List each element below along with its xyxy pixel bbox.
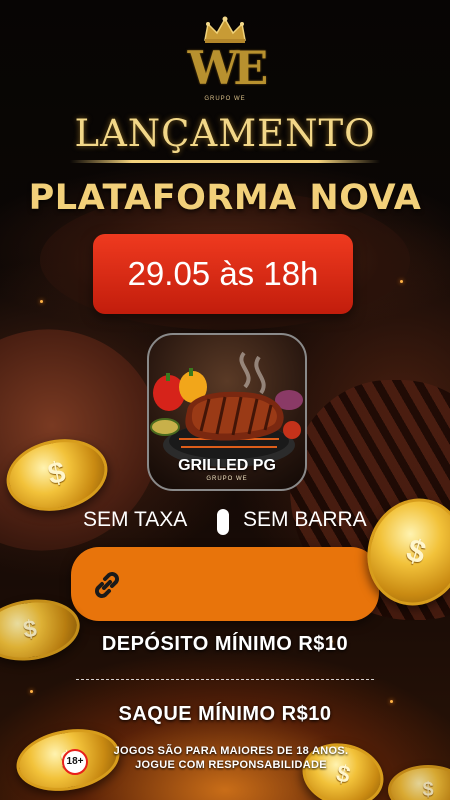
- logo-mark: WE: [187, 41, 269, 95]
- dashed-divider: [76, 679, 374, 680]
- brand-logo: WE GRUPO WE: [180, 16, 270, 106]
- app-name: GRILLED PG: [178, 457, 276, 474]
- ember-spark: [400, 280, 403, 283]
- title-divider: [70, 160, 380, 163]
- gold-coin-icon: $: [388, 765, 450, 800]
- launch-date-badge: 29.05 às 18h: [93, 234, 353, 314]
- responsible-gaming-disclaimer: JOGOS SÃO PARA MAIORES DE 18 ANOS. JOGUE…: [96, 744, 366, 772]
- no-fee-label: SEM TAXA: [83, 508, 188, 531]
- min-withdraw-text: SAQUE MÍNIMO R$10: [118, 703, 332, 725]
- platform-link-button[interactable]: [71, 547, 379, 621]
- crown-icon: [204, 16, 246, 43]
- age-restriction-badge: 18+: [62, 749, 88, 775]
- logo-subtitle: GRUPO WE: [204, 96, 246, 102]
- ember-spark: [30, 690, 33, 693]
- tag-divider: [217, 509, 229, 535]
- launch-title: LANÇAMENTO: [74, 112, 376, 155]
- platform-title: PLATAFORMA NOVA: [28, 178, 422, 218]
- no-limit-label: SEM BARRA: [243, 508, 367, 531]
- disclaimer-line: JOGOS SÃO PARA MAIORES DE 18 ANOS.: [113, 745, 349, 757]
- disclaimer-line: JOGUE COM RESPONSABILIDADE: [135, 759, 327, 771]
- promo-banner: WE GRUPO WE LANÇAMENTO PLATAFORMA NOVA 2…: [0, 0, 450, 800]
- app-subtitle: GRUPO WE: [206, 476, 248, 482]
- app-icon[interactable]: GRILLED PG GRUPO WE: [147, 333, 307, 491]
- ember-spark: [40, 300, 43, 303]
- link-icon: [95, 572, 119, 598]
